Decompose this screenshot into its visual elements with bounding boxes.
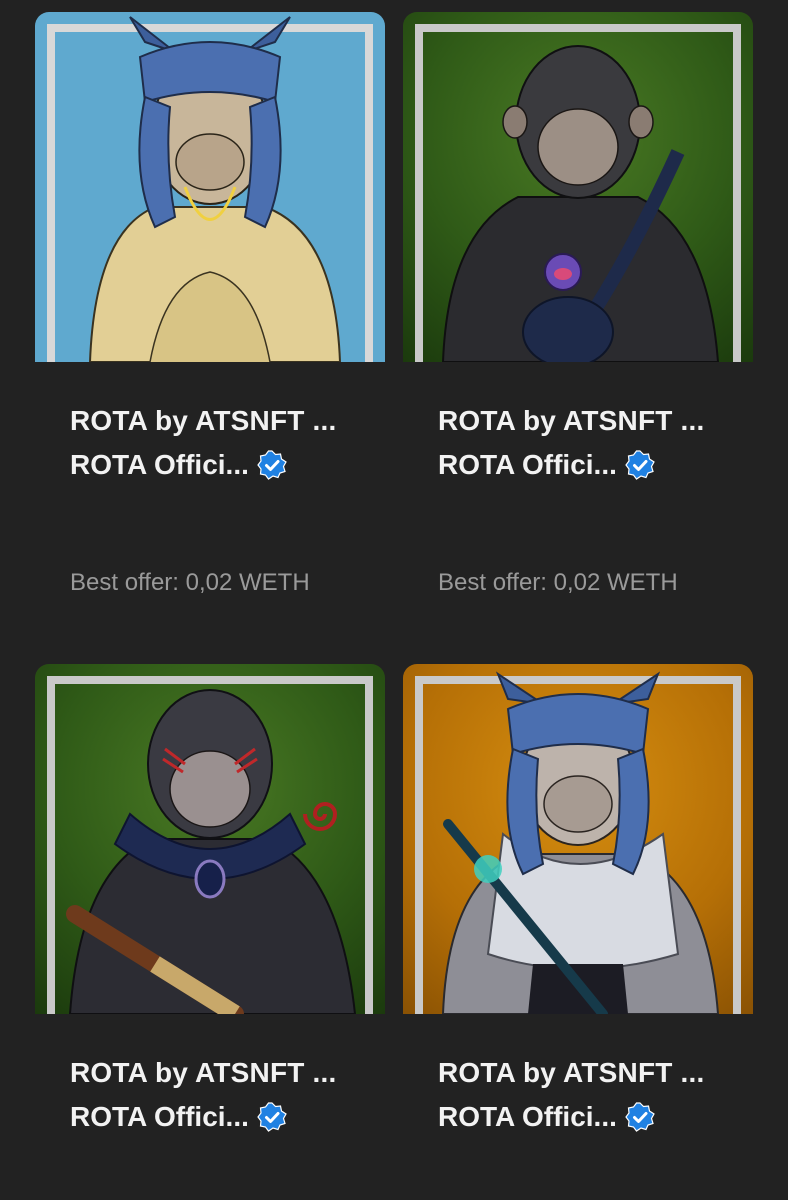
ape-red-markings-illustration [66, 689, 357, 1014]
ape-wolf-hood-staff-illustration [441, 671, 720, 1014]
nft-card[interactable]: ROTA by ATSNFT ... ROTA Offici... Best o… [403, 12, 753, 598]
collection-name-row[interactable]: ROTA Offici... [70, 448, 385, 482]
verified-badge-icon [625, 1102, 655, 1132]
nft-title[interactable]: ROTA by ATSNFT ... [70, 1056, 385, 1090]
nft-title[interactable]: ROTA by ATSNFT ... [70, 404, 385, 438]
nft-grid: ROTA by ATSNFT ... ROTA Offici... Best o… [0, 0, 788, 1200]
nft-image[interactable] [35, 664, 385, 1014]
nft-title[interactable]: ROTA by ATSNFT ... [438, 404, 753, 438]
nft-title[interactable]: ROTA by ATSNFT ... [438, 1056, 753, 1090]
nft-image[interactable] [403, 12, 753, 362]
nft-image[interactable] [35, 12, 385, 362]
collection-name-row[interactable]: ROTA Offici... [70, 1100, 385, 1134]
verified-badge-icon [257, 450, 287, 480]
collection-name-row[interactable]: ROTA Offici... [438, 1100, 753, 1134]
ape-leopard-skin-illustration [441, 45, 720, 362]
nft-card[interactable]: ROTA by ATSNFT ... ROTA Offici... Best o… [35, 12, 385, 598]
collection-name[interactable]: ROTA Offici... [438, 1100, 617, 1134]
nft-card[interactable]: ROTA by ATSNFT ... ROTA Offici... [35, 664, 385, 1134]
nft-card[interactable]: ROTA by ATSNFT ... ROTA Offici... [403, 664, 753, 1134]
ape-wolf-hood-illustration [88, 16, 342, 362]
best-offer: Best offer: 0,02 WETH [70, 569, 310, 596]
collection-name[interactable]: ROTA Offici... [70, 448, 249, 482]
verified-badge-icon [257, 1102, 287, 1132]
collection-name[interactable]: ROTA Offici... [70, 1100, 249, 1134]
collection-name-row[interactable]: ROTA Offici... [438, 448, 753, 482]
collection-name[interactable]: ROTA Offici... [438, 448, 617, 482]
best-offer: Best offer: 0,02 WETH [438, 569, 678, 596]
nft-image[interactable] [403, 664, 753, 1014]
verified-badge-icon [625, 450, 655, 480]
